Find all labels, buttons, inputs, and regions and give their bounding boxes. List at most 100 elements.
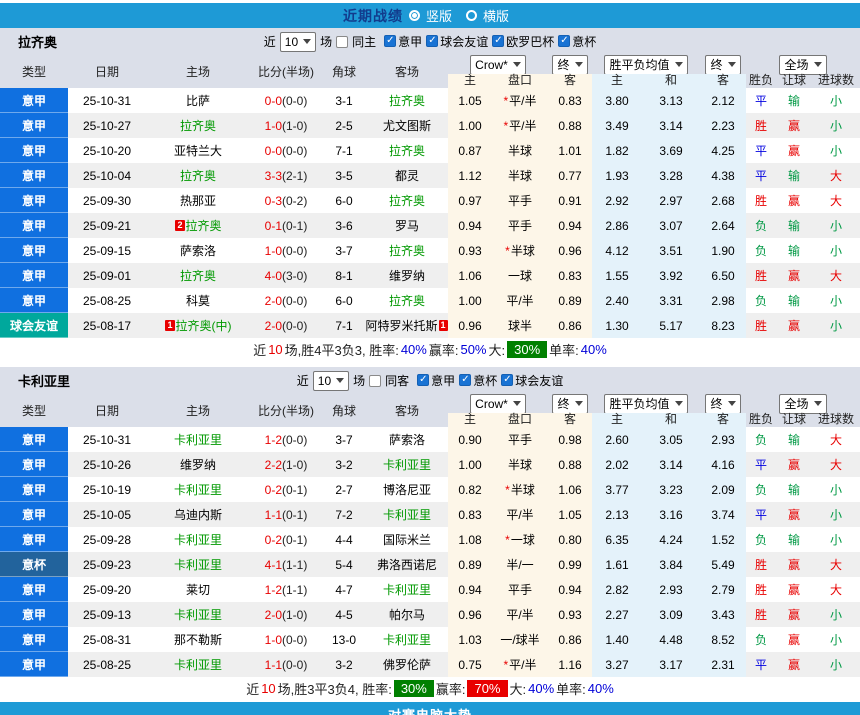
corner-score: 3-2: [322, 452, 366, 477]
col-result-goals: 进球数: [812, 74, 860, 88]
league-checkbox[interactable]: [459, 374, 471, 386]
avg-odds-select[interactable]: 胜平负均值: [604, 55, 687, 75]
result-goals: 小: [812, 527, 860, 552]
result-wdl: 胜: [746, 602, 776, 627]
handicap-line: 平手: [492, 188, 548, 213]
radio-vertical-label[interactable]: 竖版: [426, 6, 452, 25]
cagliari-table-header: 类型 日期 主场 比分(半场) 角球 客场 Crow* 终 胜平负均值 终 全场…: [0, 394, 860, 427]
col-away: 客场: [366, 63, 448, 80]
league-badge: 意甲: [0, 577, 68, 602]
avg-away-odds: 4.38: [700, 163, 746, 188]
away-team: 维罗纳: [366, 263, 448, 288]
changed-line-star-icon: *: [503, 658, 508, 672]
league-checkbox[interactable]: [384, 35, 396, 47]
result-wdl: 胜: [746, 188, 776, 213]
match-row: 意甲 25-09-01 拉齐奥 4-0(3-0) 8-1 维罗纳 1.06 一球…: [0, 263, 860, 288]
radio-horizontal-label[interactable]: 横版: [483, 6, 509, 25]
score-cell: 2-0(0-0): [250, 288, 322, 313]
odds-stage-select[interactable]: 终: [552, 55, 587, 75]
handicap-line: 平/半: [492, 288, 548, 313]
radio-horizontal-layout-icon[interactable]: [466, 10, 477, 21]
away-handicap-odds: 1.01: [548, 138, 592, 163]
away-team: 拉齐奥: [366, 88, 448, 113]
same-venue-checkbox[interactable]: [369, 375, 381, 387]
league-checkbox[interactable]: [426, 35, 438, 47]
corner-score: 3-1: [322, 88, 366, 113]
avg-away-odds: 2.98: [700, 288, 746, 313]
score-cell: 0-3(0-2): [250, 188, 322, 213]
avg-stage-select[interactable]: 终: [705, 55, 740, 75]
scope-select[interactable]: 全场: [779, 55, 826, 75]
result-goals: 小: [812, 238, 860, 263]
match-count-select[interactable]: 10: [313, 371, 349, 391]
result-wdl: 负: [746, 527, 776, 552]
result-wdl: 平: [746, 163, 776, 188]
handicap-line: 平手: [492, 577, 548, 602]
summary-segment: 30%: [394, 680, 434, 697]
home-handicap-odds: 0.93: [448, 238, 492, 263]
result-handicap: 赢: [776, 502, 812, 527]
match-count-select[interactable]: 10: [280, 32, 316, 52]
fulltime-score: 0-2: [265, 533, 282, 547]
home-team-name: 卡利亚里: [174, 481, 222, 498]
col-odds-home: 主: [448, 74, 492, 88]
red-card-badge: 1: [165, 320, 174, 331]
chevron-down-icon: [575, 62, 583, 67]
corner-score: 7-1: [322, 138, 366, 163]
handicap-line: 平/半: [492, 502, 548, 527]
away-handicap-odds: 0.86: [548, 627, 592, 652]
league-checkbox[interactable]: [492, 35, 504, 47]
bookmaker-select[interactable]: Crow*: [470, 394, 526, 414]
league-badge: 意甲: [0, 427, 68, 452]
avg-away-odds: 4.16: [700, 452, 746, 477]
match-date: 25-08-17: [68, 313, 146, 338]
score-cell: 0-0(0-0): [250, 88, 322, 113]
league-checkbox-label: 球会友谊: [515, 372, 563, 389]
corner-score: 3-7: [322, 427, 366, 452]
lazio-summary-line: 近10场,胜4平3负3, 胜率:40% 赢率:50% 大:30% 单率:40%: [0, 338, 860, 361]
avg-home-odds: 2.82: [592, 577, 642, 602]
away-team-name: 帕尔马: [389, 606, 425, 623]
avg-odds-select[interactable]: 胜平负均值: [604, 394, 687, 414]
avg-home-odds: 2.13: [592, 502, 642, 527]
summary-segment: 赢率:: [436, 679, 466, 698]
chevron-down-icon: [675, 401, 683, 406]
away-team-name: 萨索洛: [389, 431, 425, 448]
halftime-score: (1-0): [282, 458, 307, 472]
away-handicap-odds: 0.86: [548, 313, 592, 338]
home-team-name: 热那亚: [180, 192, 216, 209]
avg-draw-odds: 4.24: [642, 527, 700, 552]
league-checkbox[interactable]: [417, 374, 429, 386]
avg-stage-select[interactable]: 终: [705, 394, 740, 414]
avg-away-odds: 6.50: [700, 263, 746, 288]
result-wdl: 胜: [746, 263, 776, 288]
home-team: 比萨: [146, 88, 250, 113]
changed-line-star-icon: *: [505, 483, 510, 497]
result-handicap: 输: [776, 238, 812, 263]
match-date: 25-09-15: [68, 238, 146, 263]
col-result-wdl: 胜负: [746, 413, 776, 427]
chevron-down-icon: [675, 62, 683, 67]
fulltime-score: 2-0: [265, 294, 282, 308]
league-checkbox[interactable]: [501, 374, 513, 386]
same-venue-checkbox[interactable]: [336, 36, 348, 48]
away-handicap-odds: 0.77: [548, 163, 592, 188]
score-cell: 1-0(1-0): [250, 113, 322, 138]
league-checkbox[interactable]: [558, 35, 570, 47]
result-wdl: 平: [746, 138, 776, 163]
radio-vertical-layout-icon[interactable]: [409, 10, 420, 21]
odds-stage-select[interactable]: 终: [552, 394, 587, 414]
away-team-name: 拉齐奥: [389, 92, 425, 109]
league-badge: 意甲: [0, 138, 68, 163]
avg-draw-odds: 2.97: [642, 188, 700, 213]
scope-select[interactable]: 全场: [779, 394, 826, 414]
fulltime-score: 4-0: [265, 269, 282, 283]
league-checkbox-label: 球会友谊: [440, 33, 488, 50]
avg-away-odds: 2.12: [700, 88, 746, 113]
summary-segment: 场,胜3平3负4, 胜率:: [278, 679, 392, 698]
avg-away-odds: 4.25: [700, 138, 746, 163]
result-handicap: 输: [776, 527, 812, 552]
fulltime-score: 2-0: [265, 608, 282, 622]
summary-segment: 近: [246, 679, 259, 698]
bookmaker-select[interactable]: Crow*: [470, 55, 526, 75]
